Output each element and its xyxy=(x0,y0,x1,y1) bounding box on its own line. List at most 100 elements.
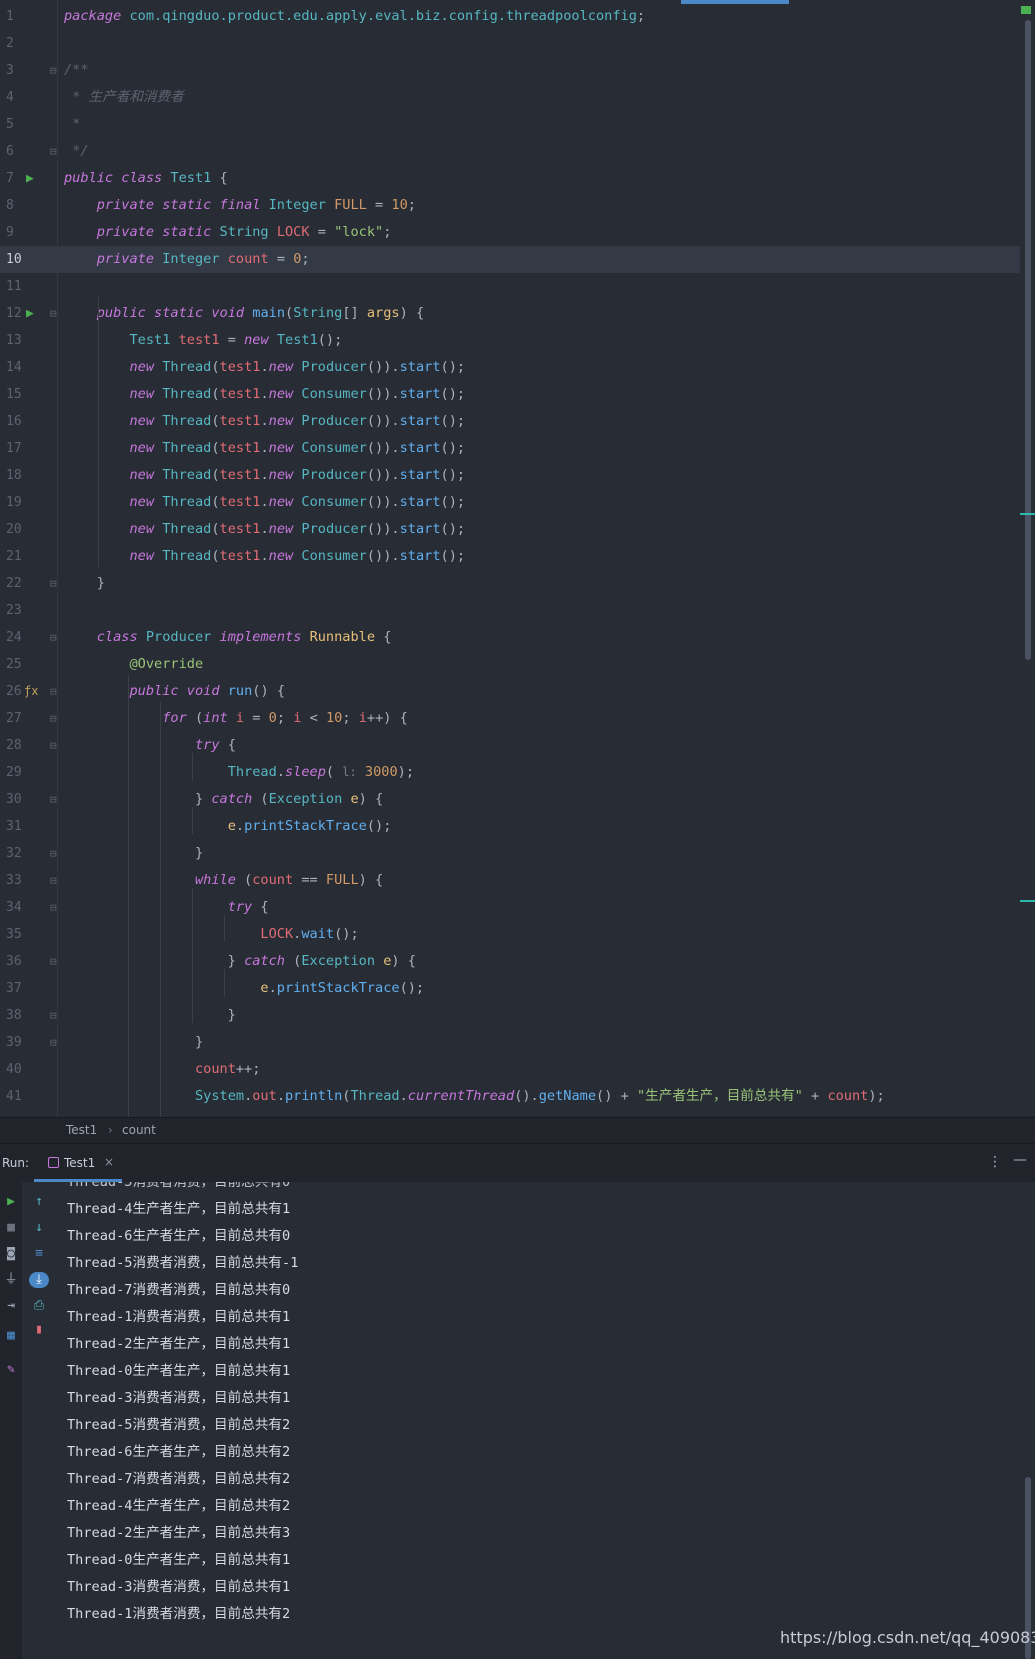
scroll-to-end-icon[interactable]: ⤓ xyxy=(29,1272,49,1288)
code-line[interactable]: 16 new Thread(test1.new Producer()).star… xyxy=(0,408,1020,435)
code-line[interactable]: 1 package com.qingduo.product.edu.apply.e… xyxy=(0,3,1020,30)
code-line[interactable]: 8 private static final Integer FULL = 10… xyxy=(0,192,1020,219)
code-line[interactable]: 24 ⊟ class Producer implements Runnable { xyxy=(0,624,1020,651)
line-number[interactable]: 6 xyxy=(6,138,36,165)
code-line[interactable]: 20 new Thread(test1.new Producer()).star… xyxy=(0,516,1020,543)
line-number[interactable]: 31 xyxy=(6,813,36,840)
line-number[interactable]: 14 xyxy=(6,354,36,381)
fold-icon[interactable]: ⊟ xyxy=(50,786,57,813)
code-line[interactable]: 21 new Thread(test1.new Consumer()).star… xyxy=(0,543,1020,570)
line-number[interactable]: 25 xyxy=(6,651,36,678)
exit-icon[interactable]: ⇥ xyxy=(1,1298,21,1314)
line-number[interactable]: 16 xyxy=(6,408,36,435)
line-number[interactable]: 1 xyxy=(6,3,36,30)
fold-icon[interactable]: ⊟ xyxy=(50,948,57,975)
code-line[interactable]: 34 ⊟ try { xyxy=(0,894,1020,921)
code-editor[interactable]: 1 package com.qingduo.product.edu.apply.e… xyxy=(0,0,1035,1117)
inspection-ok-icon[interactable] xyxy=(1021,6,1031,14)
code-line[interactable]: 14 new Thread(test1.new Producer()).star… xyxy=(0,354,1020,381)
line-number[interactable]: 24 xyxy=(6,624,36,651)
line-number[interactable]: 29 xyxy=(6,759,36,786)
run-gutter-icon[interactable]: ▶ xyxy=(26,165,34,192)
breadcrumb-member[interactable]: count xyxy=(122,1123,156,1137)
camera-icon[interactable]: ◙ xyxy=(1,1246,21,1262)
fold-icon[interactable]: ⊟ xyxy=(50,867,57,894)
code-line[interactable]: 32 ⊟ } xyxy=(0,840,1020,867)
print-icon[interactable]: ⎙ xyxy=(29,1298,49,1314)
line-number[interactable]: 4 xyxy=(6,84,36,111)
line-number[interactable]: 35 xyxy=(6,921,36,948)
fold-icon[interactable]: ⊟ xyxy=(50,1029,57,1056)
line-number[interactable]: 10 xyxy=(6,246,36,273)
code-line[interactable]: 7 ▶ public class Test1 { xyxy=(0,165,1020,192)
fold-icon[interactable]: ⊟ xyxy=(50,300,57,327)
plug-icon[interactable]: ⏚ xyxy=(1,1272,21,1288)
delete-icon[interactable]: ▮ xyxy=(29,1322,49,1338)
line-number[interactable]: 15 xyxy=(6,381,36,408)
code-line[interactable]: 30 ⊟ } catch (Exception e) { xyxy=(0,786,1020,813)
scrollbar-marker[interactable] xyxy=(1020,513,1035,515)
layout-icon[interactable]: ▦ xyxy=(1,1328,21,1344)
code-line[interactable]: 38 ⊟ } xyxy=(0,1002,1020,1029)
code-line[interactable]: 28 ⊟ try { xyxy=(0,732,1020,759)
code-line[interactable]: 17 new Thread(test1.new Consumer()).star… xyxy=(0,435,1020,462)
code-line[interactable]: 37 e.printStackTrace(); xyxy=(0,975,1020,1002)
line-number[interactable]: 9 xyxy=(6,219,36,246)
line-number[interactable]: 17 xyxy=(6,435,36,462)
line-number[interactable]: 2 xyxy=(6,30,36,57)
code-line[interactable]: 35 LOCK.wait(); xyxy=(0,921,1020,948)
code-line[interactable]: 6 ⊟ */ xyxy=(0,138,1020,165)
code-line[interactable]: 31 e.printStackTrace(); xyxy=(0,813,1020,840)
override-gutter-icon[interactable]: ƒx xyxy=(24,678,38,705)
line-number[interactable]: 19 xyxy=(6,489,36,516)
scroll-up-icon[interactable]: ↑ xyxy=(29,1194,49,1210)
code-line[interactable]: 23 xyxy=(0,597,1020,624)
code-line[interactable]: 41 System.out.println(Thread.currentThre… xyxy=(0,1083,1020,1110)
fold-icon[interactable]: ⊟ xyxy=(50,840,57,867)
code-line[interactable]: 12 ▶ ⊟ public static void main(String[] ar… xyxy=(0,300,1020,327)
soft-wrap-icon[interactable]: ≡ xyxy=(29,1246,49,1262)
line-number[interactable]: 41 xyxy=(6,1083,36,1110)
code-line[interactable]: 25 @Override xyxy=(0,651,1020,678)
code-line[interactable]: 4 * 生产者和消费者 xyxy=(0,84,1020,111)
code-line[interactable]: 27 ⊟ for (int i = 0; i < 10; i++) { xyxy=(0,705,1020,732)
scroll-down-icon[interactable]: ↓ xyxy=(29,1220,49,1236)
code-line[interactable]: 29 Thread.sleep( l: 3000); xyxy=(0,759,1020,786)
code-line[interactable]: 26 ƒx ⊟ public void run() { xyxy=(0,678,1020,705)
line-number[interactable]: 39 xyxy=(6,1029,36,1056)
code-line[interactable]: 5 * xyxy=(0,111,1020,138)
breadcrumb-class[interactable]: Test1 xyxy=(66,1123,97,1137)
line-number[interactable]: 3 xyxy=(6,57,36,84)
code-line[interactable]: 18 new Thread(test1.new Producer()).star… xyxy=(0,462,1020,489)
code-line[interactable]: 36 ⊟ } catch (Exception e) { xyxy=(0,948,1020,975)
line-number[interactable]: 40 xyxy=(6,1056,36,1083)
fold-icon[interactable]: ⊟ xyxy=(50,732,57,759)
line-number[interactable]: 21 xyxy=(6,543,36,570)
fold-icon[interactable]: ⊟ xyxy=(50,1002,57,1029)
line-number[interactable]: 36 xyxy=(6,948,36,975)
line-number[interactable]: 33 xyxy=(6,867,36,894)
fold-icon[interactable]: ⊟ xyxy=(50,624,57,651)
more-options-icon[interactable]: ⋮ xyxy=(988,1154,1002,1170)
line-number[interactable]: 5 xyxy=(6,111,36,138)
stop-icon[interactable]: ■ xyxy=(1,1220,21,1236)
code-line[interactable]: 19 new Thread(test1.new Consumer()).star… xyxy=(0,489,1020,516)
pin-icon[interactable]: ✎ xyxy=(1,1362,21,1378)
code-line[interactable]: 10 private Integer count = 0; xyxy=(0,246,1020,273)
line-number[interactable]: 34 xyxy=(6,894,36,921)
line-number[interactable]: 8 xyxy=(6,192,36,219)
fold-icon[interactable]: ⊟ xyxy=(50,678,57,705)
code-line[interactable]: 3 ⊟ /** xyxy=(0,57,1020,84)
line-number[interactable]: 11 xyxy=(6,273,36,300)
code-line[interactable]: 15 new Thread(test1.new Consumer()).star… xyxy=(0,381,1020,408)
console-output[interactable]: ▶ ■ ◙ ⏚ ⇥ ▦ ✎ ↑ ↓ ≡ ⤓ ⎙ ▮ Thread-5消费者消费，目前总共有0 Thre… xyxy=(0,1182,1035,1659)
fold-icon[interactable]: ⊟ xyxy=(50,894,57,921)
fold-icon[interactable]: ⊟ xyxy=(50,138,57,165)
code-line[interactable]: 11 xyxy=(0,273,1020,300)
run-tab-test1[interactable]: Test1 × xyxy=(34,1144,122,1182)
fold-icon[interactable]: ⊟ xyxy=(50,705,57,732)
code-line[interactable]: 39 ⊟ } xyxy=(0,1029,1020,1056)
code-line[interactable]: 9 private static String LOCK = "lock"; xyxy=(0,219,1020,246)
line-number[interactable]: 37 xyxy=(6,975,36,1002)
line-number[interactable]: 23 xyxy=(6,597,36,624)
